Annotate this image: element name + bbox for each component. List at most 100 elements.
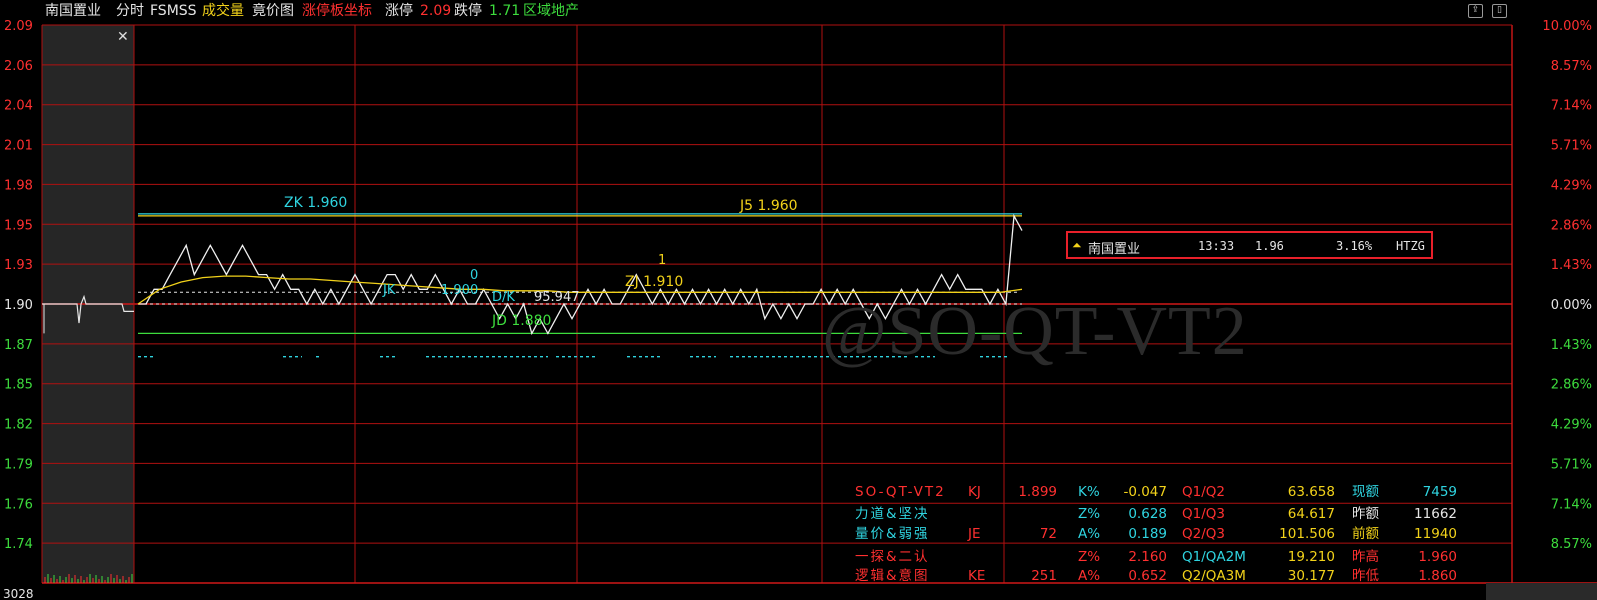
pct-tick: 1.43% — [1551, 338, 1592, 353]
info-cell-row2-3: Z% — [1078, 506, 1101, 522]
volume-scale-label: 3028 — [3, 587, 34, 600]
info-cell-row1-1: KJ — [968, 484, 981, 500]
pct-tick: 5.71% — [1551, 139, 1592, 154]
info-cell-row4-8: 1.960 — [1418, 549, 1457, 565]
info-cell-row5-8: 1.860 — [1418, 568, 1457, 584]
info-cell-row3-2: 72 — [1039, 526, 1057, 542]
info-cell-row4-4: 2.160 — [1128, 549, 1167, 565]
info-cell-row5-0: 逻辑&意图 — [855, 568, 930, 584]
price-tick: 1.87 — [4, 338, 33, 353]
info-cell-row4-7: 昨高 — [1352, 549, 1379, 565]
maximize-icon[interactable]: ▯ — [1492, 4, 1507, 18]
limit-down-value: 1.71 — [489, 3, 521, 19]
pct-tick: 7.14% — [1551, 497, 1592, 512]
info-cell-row4-3: Z% — [1078, 549, 1101, 565]
info-cell-row5-4: 0.652 — [1128, 568, 1167, 584]
dk-value: 95.947 — [534, 290, 580, 305]
price-tick: 1.74 — [4, 537, 33, 552]
info-cell-row1-7: 现额 — [1352, 484, 1379, 500]
price-tick: 1.85 — [4, 378, 33, 393]
j5-label: J5 1.960 — [739, 198, 798, 214]
popup-tag: HTZG — [1396, 239, 1425, 253]
zj-label: ZJ 1.910 — [625, 274, 683, 290]
info-cell-row4-6: 19.210 — [1287, 549, 1335, 565]
info-cell-row5-2: 251 — [1031, 568, 1057, 584]
info-cell-row1-8: 7459 — [1422, 484, 1457, 500]
jk-value: 1.900 — [441, 283, 478, 298]
popup-price: 1.96 — [1255, 239, 1284, 253]
pct-tick: 7.14% — [1551, 99, 1592, 114]
watermark: @SO-QT-VT2 — [822, 293, 1248, 370]
info-cell-row4-5: Q1/QA2M — [1182, 549, 1246, 565]
alert-popup[interactable]: ⏶ 南国置业 13:33 1.96 3.16% HTZG — [1066, 231, 1433, 259]
auction-toggle[interactable]: 竟价图 — [252, 3, 294, 19]
price-tick: 1.76 — [4, 497, 33, 512]
info-cell-row3-7: 前额 — [1352, 526, 1379, 542]
zk-label: ZK 1.960 — [284, 195, 347, 211]
price-tick: 2.04 — [4, 99, 33, 114]
popup-time: 13:33 — [1198, 239, 1235, 253]
tab-fenshi[interactable]: 分时 — [116, 3, 144, 19]
info-cell-row3-5: Q2/Q3 — [1182, 526, 1225, 542]
pct-tick: 4.29% — [1551, 178, 1592, 193]
dk-label: D/K — [492, 290, 515, 305]
stock-name: 南国置业 — [45, 3, 101, 19]
info-cell-row2-8: 11662 — [1414, 506, 1457, 522]
info-cell-row3-3: A% — [1078, 526, 1101, 542]
limit-up-label: 涨停 — [385, 3, 413, 19]
info-cell-row1-5: Q1/Q2 — [1182, 484, 1225, 500]
pct-tick: 5.71% — [1551, 457, 1592, 472]
zero-label: 0 — [470, 268, 478, 283]
price-tick: 1.93 — [4, 258, 33, 273]
popup-stock-name: 南国置业 — [1088, 242, 1141, 257]
double-up-arrow-icon: ⏶ — [1072, 238, 1082, 252]
info-cell-row3-6: 101.506 — [1279, 526, 1335, 542]
info-cell-row3-8: 11940 — [1414, 526, 1457, 542]
info-cell-row3-0: 量价&弱强 — [855, 526, 930, 542]
pin-icon[interactable]: ⇪ — [1468, 4, 1483, 18]
info-cell-row5-1: KE — [968, 568, 986, 584]
info-cell-row2-0: 力道&坚决 — [855, 506, 930, 522]
pct-tick: 0.00% — [1551, 298, 1592, 313]
one-label: 1 — [658, 253, 666, 268]
pct-tick: 8.57% — [1551, 59, 1592, 74]
info-cell-row5-6: 30.177 — [1287, 568, 1335, 584]
title-bar: 南国置业 分时 FSMSS 成交量 竟价图 涨停板坐标 涨停 2.09 跌停 1… — [0, 0, 1597, 22]
jk-label: JK — [382, 283, 396, 298]
info-cell-row1-4: -0.047 — [1123, 484, 1167, 500]
pct-tick: 4.29% — [1551, 418, 1592, 433]
price-tick: 1.90 — [4, 298, 33, 313]
info-cell-row1-2: 1.899 — [1018, 484, 1057, 500]
info-cell-row1-0: SO-QT-VT2 — [855, 484, 946, 500]
pct-tick: 2.86% — [1551, 378, 1592, 393]
sector-label[interactable]: 区域地产 — [523, 3, 579, 19]
price-tick: 1.82 — [4, 418, 33, 433]
pct-tick: 2.86% — [1551, 218, 1592, 233]
close-icon[interactable]: ✕ — [117, 29, 129, 45]
info-cell-row4-0: 一探&二认 — [855, 549, 930, 565]
limit-axis-toggle[interactable]: 涨停板坐标 — [302, 3, 372, 19]
price-tick: 1.79 — [4, 457, 33, 472]
info-cell-row5-5: Q2/QA3M — [1182, 568, 1246, 584]
info-cell-row1-6: 63.658 — [1287, 484, 1335, 500]
info-cell-row2-5: Q1/Q3 — [1182, 506, 1225, 522]
limit-down-label: 跌停 — [454, 3, 482, 19]
info-cell-row3-4: 0.189 — [1128, 526, 1167, 542]
code-label[interactable]: FSMSS — [150, 3, 197, 19]
info-cell-row2-7: 昨额 — [1352, 506, 1379, 522]
price-tick: 2.01 — [4, 139, 33, 154]
pct-tick: 1.43% — [1551, 258, 1592, 273]
price-tick: 1.95 — [4, 218, 33, 233]
limit-up-value: 2.09 — [420, 3, 452, 19]
volume-toggle[interactable]: 成交量 — [202, 3, 244, 19]
info-cell-row5-7: 昨低 — [1352, 568, 1379, 584]
price-tick: 1.98 — [4, 178, 33, 193]
info-cell-row1-3: K% — [1078, 484, 1100, 500]
scroll-area — [1486, 583, 1597, 600]
info-cell-row3-1: JE — [968, 526, 981, 542]
info-cell-row2-6: 64.617 — [1287, 506, 1335, 522]
info-cell-row2-4: 0.628 — [1128, 506, 1167, 522]
jd-label: JD 1.880 — [491, 313, 551, 329]
pct-tick: 8.57% — [1551, 537, 1592, 552]
info-cell-row5-3: A% — [1078, 568, 1101, 584]
